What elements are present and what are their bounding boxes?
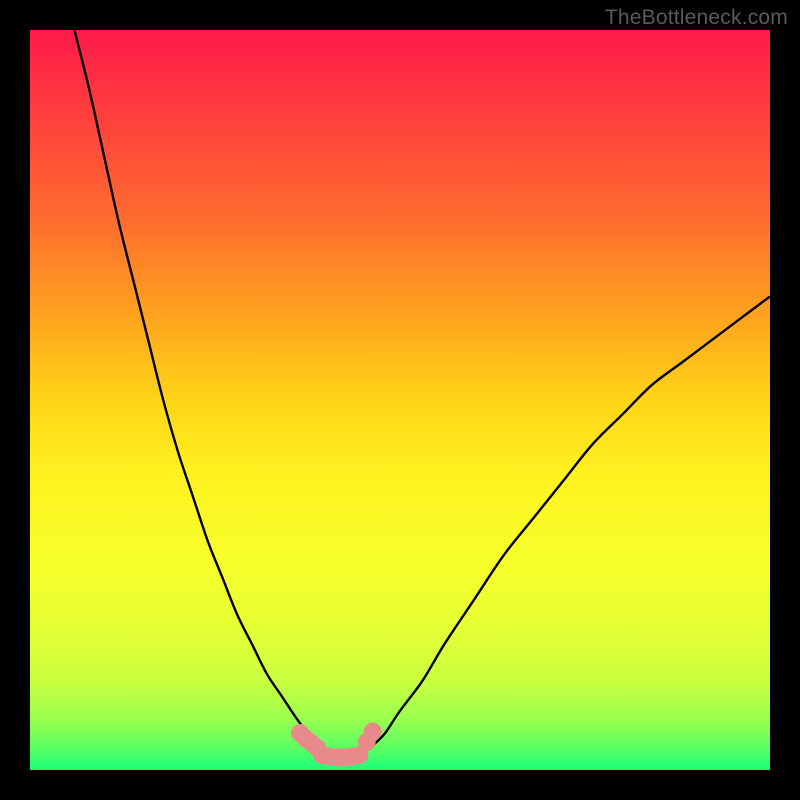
left-curve bbox=[74, 30, 329, 752]
right-curve bbox=[363, 296, 770, 751]
chart-svg bbox=[30, 30, 770, 770]
bottom-dots-right-dot bbox=[364, 723, 382, 741]
plot-area bbox=[30, 30, 770, 770]
chart-frame: TheBottleneck.com bbox=[0, 0, 800, 800]
watermark-text: TheBottleneck.com bbox=[605, 6, 788, 30]
